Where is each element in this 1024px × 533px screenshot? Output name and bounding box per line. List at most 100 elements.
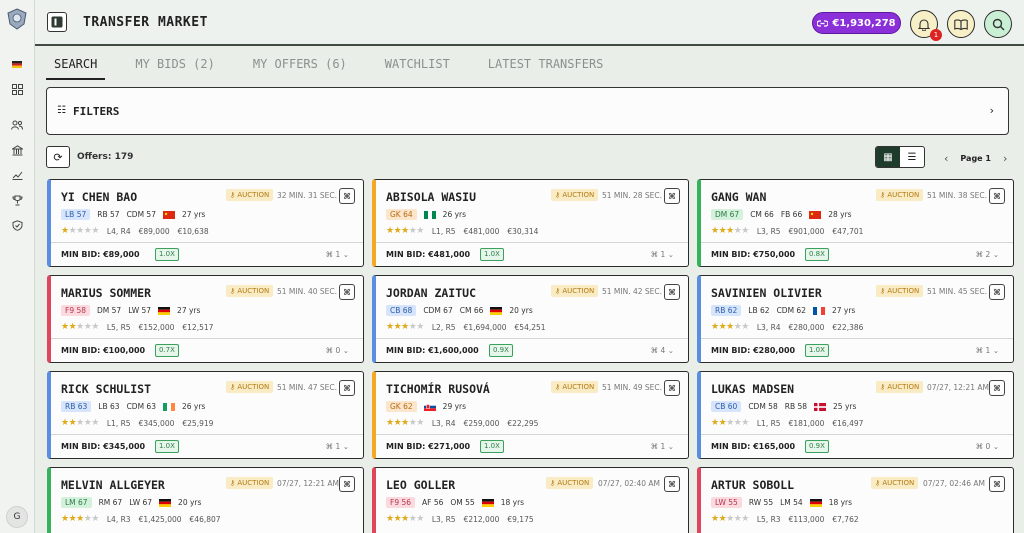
tab-watchlist[interactable]: WATCHLIST [377,56,458,80]
watchers-count[interactable]: ⌘ 1 ⌄ [326,250,349,259]
player-name[interactable]: JORDAN ZAITUC [386,286,476,300]
player-card[interactable]: MELVIN ALLGEYER ⚷ AUCTION 07/27, 12:21 AM ⌘… [47,467,364,533]
binoculars-icon: ⌘ [975,442,986,451]
player-age: 25 yrs [833,402,857,411]
min-bid: MIN BID: €750,000 [711,250,796,259]
club-crest-icon[interactable] [6,8,28,30]
player-name[interactable]: ARTUR SOBOLL [711,478,794,492]
watchers-count[interactable]: ⌘ 0 ⌄ [326,346,349,355]
position-row: RB 63 LB 63 CDM 63 26 yrs [61,401,205,412]
player-card[interactable]: RICK SCHULIST ⚷ AUCTION 51 MIN. 47 SEC. ⌘ RB… [47,371,364,459]
player-card[interactable]: SAVINIEN OLIVIER ⚷ AUCTION 51 MIN. 45 SEC.… [697,275,1014,363]
player-name[interactable]: ABISOLA WASIU [386,190,476,204]
sidebar-toggle-button[interactable] [47,12,67,32]
player-name[interactable]: GANG WAN [711,190,766,204]
watchlist-binoculars-button[interactable]: ⌘ [339,380,355,396]
notifications-button[interactable]: 1 [910,10,942,41]
player-card[interactable]: YI CHEN BAO ⚷ AUCTION 32 MIN. 31 SEC. ⌘ LB 5… [47,179,364,267]
auction-badge: ⚷ AUCTION [876,285,924,297]
tab-search[interactable]: SEARCH [46,56,106,80]
wage: €54,251 [514,322,546,332]
player-name[interactable]: LEO GOLLER [386,478,455,492]
player-card[interactable]: ARTUR SOBOLL ⚷ AUCTION 07/27, 02:46 AM ⌘ LW … [697,467,1014,533]
bid-multiplier-badge: 1.0X [155,248,179,261]
watchers-count[interactable]: ⌘ 1 ⌄ [326,442,349,451]
primary-position-badge: LW 55 [711,497,742,508]
position-row: LW 55 RW 55 LM 54 18 yrs [711,497,852,508]
player-name[interactable]: TICHOMÍR RUSOVÁ [386,382,490,396]
balance-button[interactable]: €1,930,278 [812,12,901,34]
dashboard-icon[interactable] [10,82,24,96]
player-card[interactable]: JORDAN ZAITUC ⚷ AUCTION 51 MIN. 42 SEC. ⌘ CB… [372,275,689,363]
stats-row: ★★★★★ L5, R5 €152,000 €12,517 [61,322,213,332]
watchers-count[interactable]: ⌘ 4 ⌄ [651,346,674,355]
next-page-button[interactable]: › [1003,152,1007,165]
auction-label: AUCTION [887,191,920,199]
card-footer: MIN BID: €271,000 1.0X ⌘ 1 ⌄ [376,434,688,458]
grid-view-button[interactable]: ▦ [876,147,900,167]
squad-icon[interactable] [10,118,24,132]
watchlist-binoculars-button[interactable]: ⌘ [989,188,1005,204]
user-avatar[interactable]: G [6,506,28,528]
bid-multiplier-badge: 1.0X [480,440,504,453]
tab-my-offers[interactable]: MY OFFERS (6) [245,56,355,80]
watchlist-binoculars-button[interactable]: ⌘ [664,188,680,204]
footedness: L5, R5 [106,322,131,332]
statistics-chart-icon[interactable] [10,168,24,182]
tab-latest-transfers[interactable]: LATEST TRANSFERS [480,56,612,80]
previous-page-button[interactable]: ‹ [944,152,948,165]
club-flag-icon[interactable] [10,57,24,71]
player-name[interactable]: SAVINIEN OLIVIER [711,286,822,300]
chevron-down-icon: ⌄ [342,250,349,259]
stats-row: ★★★★★ L3, R5 €901,000 €47,701 [711,226,863,236]
footedness: L1, R5 [106,418,131,428]
player-card[interactable]: LUKAS MADSEN ⚷ AUCTION 07/27, 12:21 AM ⌘ CB … [697,371,1014,459]
player-card[interactable]: LEO GOLLER ⚷ AUCTION 07/27, 02:40 AM ⌘ F9 56… [372,467,689,533]
secondary-position: CDM 58 [748,402,778,411]
primary-position-badge: CB 68 [386,305,417,316]
watchers-count[interactable]: ⌘ 2 ⌄ [976,250,999,259]
trophy-icon[interactable] [10,193,24,207]
tab-my-bids[interactable]: MY BIDS (2) [127,56,222,80]
player-card[interactable]: MARIUS SOMMER ⚷ AUCTION 51 MIN. 40 SEC. ⌘ F9… [47,275,364,363]
finance-bank-icon[interactable] [10,143,24,157]
watchers-count[interactable]: ⌘ 1 ⌄ [651,442,674,451]
auction-label: AUCTION [887,383,920,391]
watchlist-binoculars-button[interactable]: ⌘ [989,476,1005,492]
player-card[interactable]: ABISOLA WASIU ⚷ AUCTION 51 MIN. 28 SEC. ⌘ GK… [372,179,689,267]
refresh-button[interactable]: ⟳ [46,146,70,168]
binoculars-icon: ⌘ [975,346,986,355]
wage: €25,919 [182,418,214,428]
chevron-down-icon: ⌄ [667,250,674,259]
market-value: €481,000 [463,226,500,236]
player-name[interactable]: RICK SCHULIST [61,382,151,396]
watchlist-binoculars-button[interactable]: ⌘ [664,380,680,396]
player-name[interactable]: MARIUS SOMMER [61,286,151,300]
open-book-icon [954,18,968,30]
watchlist-binoculars-button[interactable]: ⌘ [339,284,355,300]
watchers-count[interactable]: ⌘ 0 ⌄ [976,442,999,451]
watchlist-binoculars-button[interactable]: ⌘ [989,380,1005,396]
manual-book-button[interactable] [947,10,975,38]
watchlist-binoculars-button[interactable]: ⌘ [339,188,355,204]
watchlist-binoculars-button[interactable]: ⌘ [339,476,355,492]
player-name[interactable]: MELVIN ALLGEYER [61,478,165,492]
market-tabs: SEARCH MY BIDS (2) MY OFFERS (6) WATCHLI… [46,56,633,80]
watchers-count[interactable]: ⌘ 1 ⌄ [651,250,674,259]
watchlist-binoculars-button[interactable]: ⌘ [989,284,1005,300]
search-button[interactable] [984,10,1012,38]
watchlist-binoculars-button[interactable]: ⌘ [664,284,680,300]
watchers-count[interactable]: ⌘ 1 ⌄ [976,346,999,355]
star-rating: ★★★★★ [711,322,749,332]
bid-multiplier-badge: 0.9X [489,344,513,357]
list-view-button[interactable]: ☰ [900,147,924,167]
tertiary-position: OM 55 [450,498,475,507]
player-name[interactable]: LUKAS MADSEN [711,382,794,396]
filters-panel[interactable]: ☷ FILTERS › [46,87,1009,135]
bid-multiplier-badge: 0.7X [155,344,179,357]
player-card[interactable]: TICHOMÍR RUSOVÁ ⚷ AUCTION 51 MIN. 49 SEC. ⌘… [372,371,689,459]
player-card[interactable]: GANG WAN ⚷ AUCTION 51 MIN. 38 SEC. ⌘ DM 67 CM… [697,179,1014,267]
watchlist-binoculars-button[interactable]: ⌘ [664,476,680,492]
club-shield-icon[interactable] [10,218,24,232]
player-name[interactable]: YI CHEN BAO [61,190,137,204]
